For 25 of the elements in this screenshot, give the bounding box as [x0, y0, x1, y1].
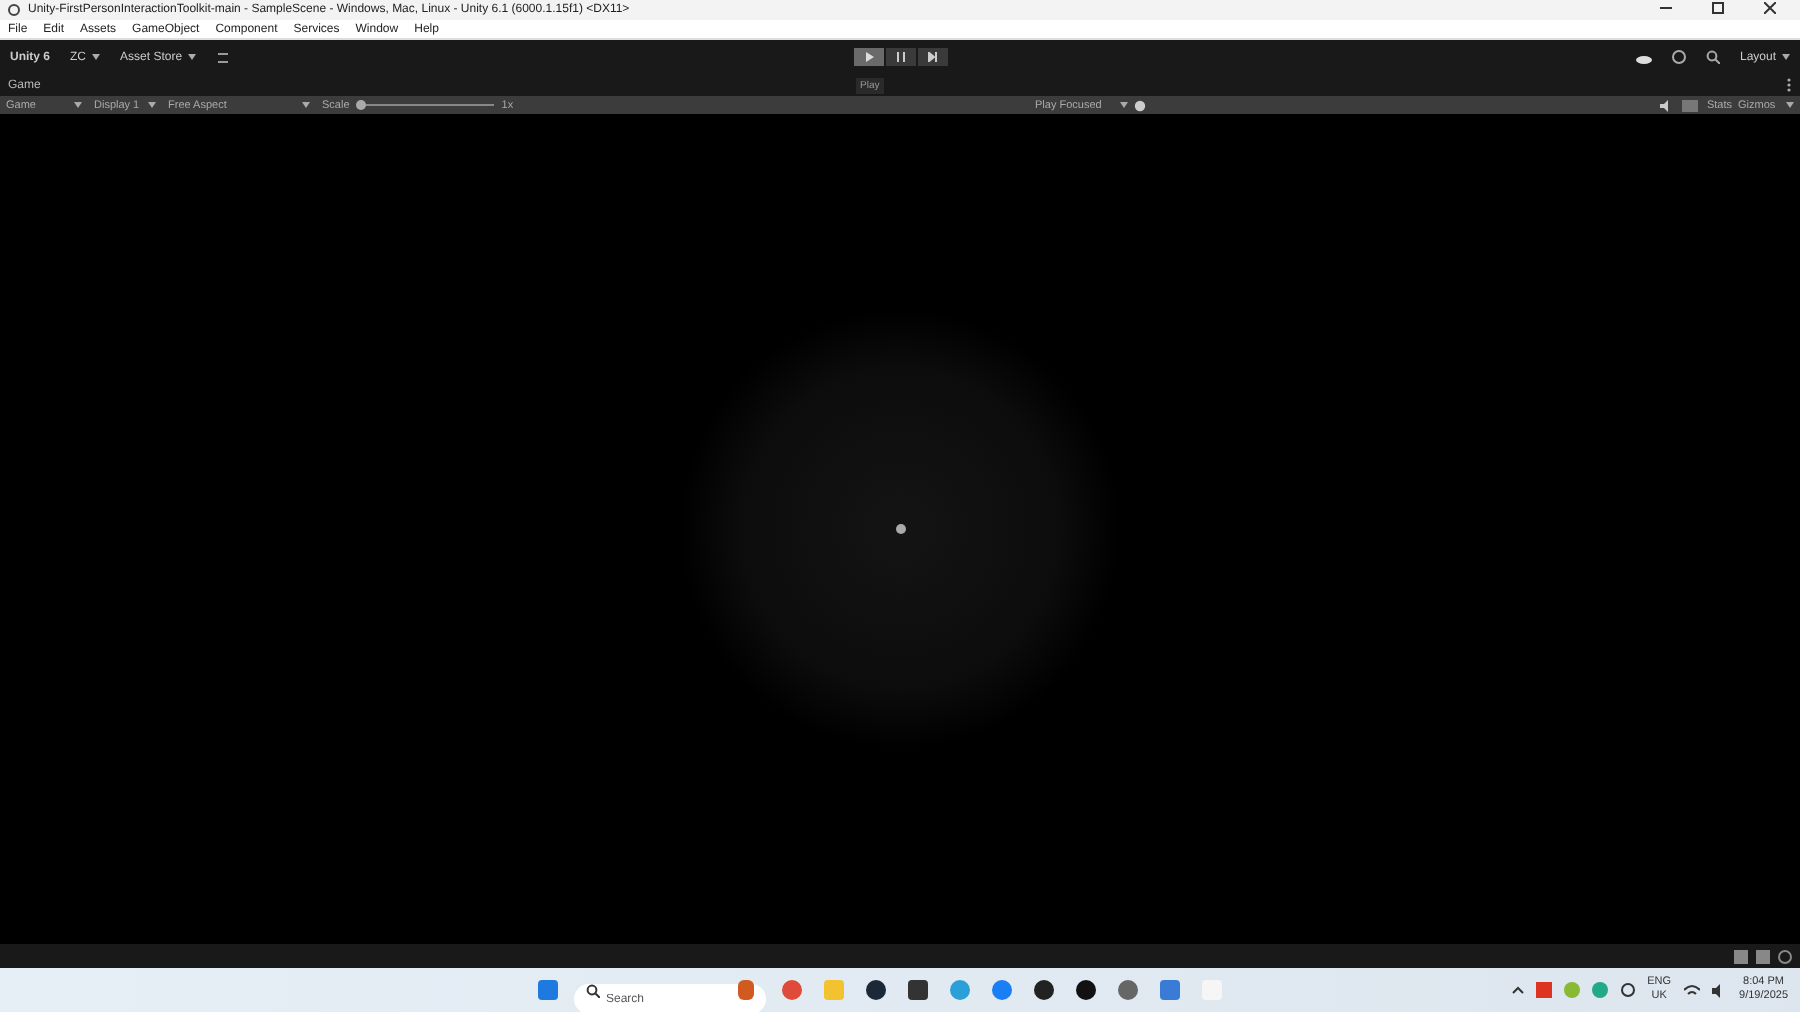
- windows-start-icon[interactable]: [532, 974, 564, 1006]
- minimize-icon[interactable]: [1660, 2, 1672, 14]
- caret-icon: [148, 102, 156, 108]
- restore-icon[interactable]: [1712, 2, 1724, 14]
- caret-icon: [188, 54, 197, 60]
- pause-button[interactable]: [886, 48, 916, 66]
- search-icon: [586, 983, 600, 997]
- caret-icon: [74, 102, 82, 108]
- caret-icon: [302, 102, 310, 108]
- caret-icon: [92, 54, 101, 60]
- step-icon: [928, 52, 938, 62]
- caret-icon: [1119, 102, 1128, 108]
- more-options-icon[interactable]: [1786, 78, 1792, 92]
- search-icon[interactable]: [1705, 50, 1720, 64]
- crosshair-dot: [895, 524, 905, 534]
- caret-icon: [1782, 54, 1790, 60]
- chevron-up-icon[interactable]: [1511, 986, 1524, 994]
- play-button[interactable]: [854, 48, 884, 66]
- wifi-icon[interactable]: [1683, 983, 1700, 997]
- caret-icon: [1786, 102, 1794, 108]
- pause-icon: [896, 52, 906, 62]
- step-button[interactable]: [918, 48, 948, 66]
- close-icon[interactable]: [1764, 2, 1776, 14]
- grid-icon[interactable]: [1682, 99, 1699, 111]
- play-icon: [864, 52, 874, 62]
